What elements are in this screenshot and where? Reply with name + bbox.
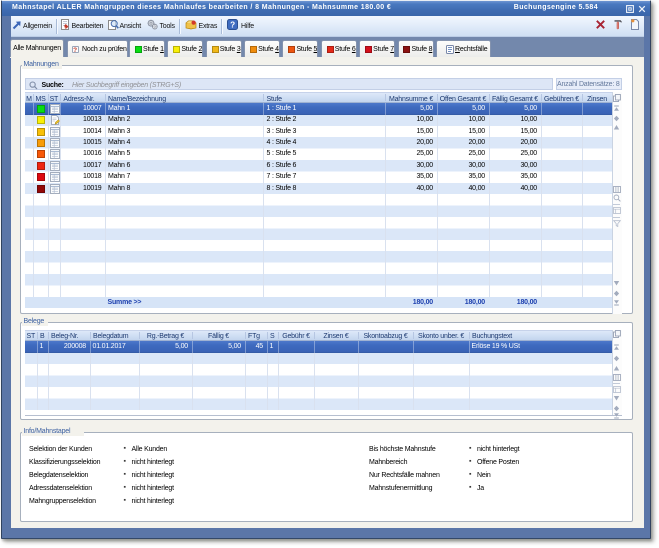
svg-text:?: ? <box>230 20 235 29</box>
